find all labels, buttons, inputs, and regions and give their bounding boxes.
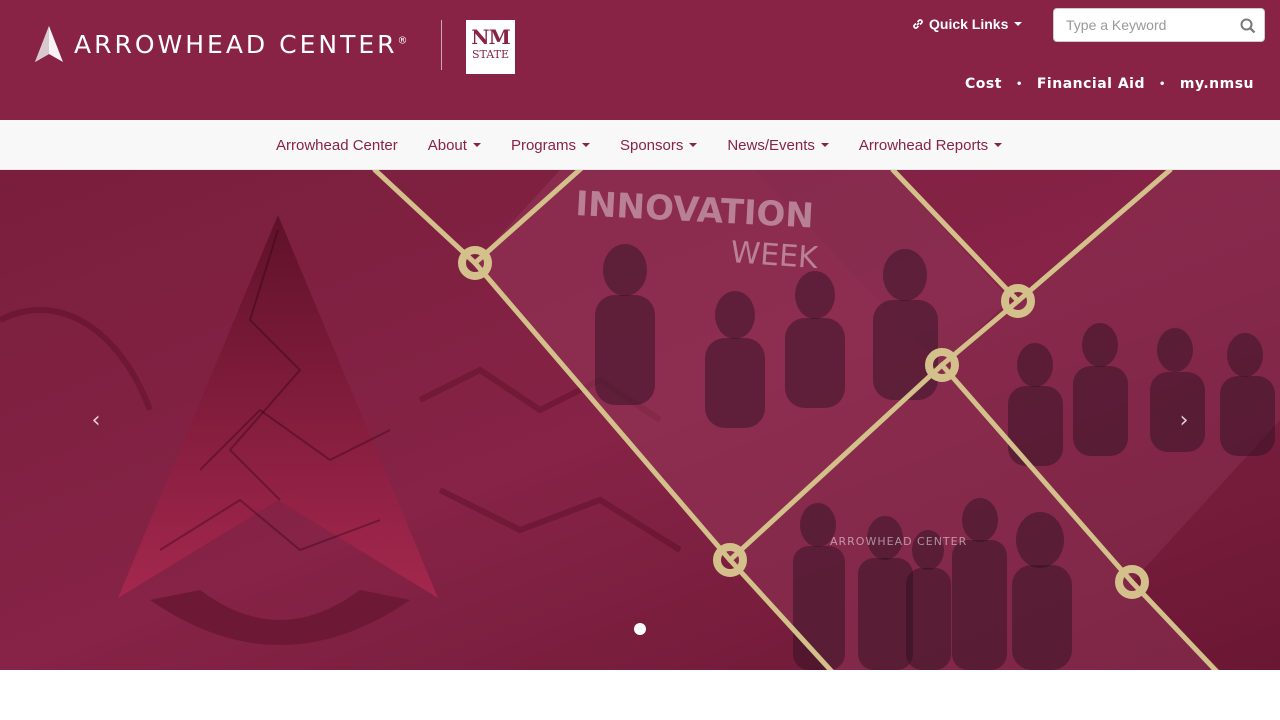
search-icon[interactable]: [1240, 18, 1256, 34]
photo-text-week: WEEK: [729, 235, 820, 276]
search-box: [1053, 8, 1265, 42]
nav-item-label: About: [427, 136, 467, 154]
nav-item-arrowhead-reports[interactable]: Arrowhead Reports: [844, 137, 1017, 154]
nm-state-logo[interactable]: NM STATE: [466, 20, 515, 74]
quick-links-dropdown[interactable]: Quick Links: [911, 16, 1023, 32]
arrowhead-icon: [35, 26, 63, 62]
caret-down-icon: [581, 143, 590, 147]
nav-item-label: Programs: [510, 136, 576, 154]
photo-text-arrowhead: ARROWHEAD CENTER: [830, 535, 967, 548]
caret-down-icon: [472, 143, 481, 147]
util-link-cost[interactable]: Cost: [965, 76, 1002, 92]
caret-down-icon: [994, 143, 1003, 147]
util-separator: •: [1015, 78, 1023, 90]
carousel-next-button[interactable]: ›: [1174, 408, 1194, 433]
util-link-financial-aid[interactable]: Financial Aid: [1037, 76, 1145, 92]
nav-item-label: Arrowhead Center: [276, 136, 398, 154]
caret-down-icon: [689, 143, 698, 147]
util-link-my-nmsu[interactable]: my.nmsu: [1180, 76, 1254, 92]
nav-item-about[interactable]: About: [413, 137, 496, 154]
nav-item-label: News/Events: [727, 136, 815, 154]
utility-links: Cost • Financial Aid • my.nmsu: [965, 76, 1254, 92]
nav-item-programs[interactable]: Programs: [496, 137, 605, 154]
hero-carousel: INNOVATION WEEK ARROWHEAD CENTER ‹ ›: [0, 170, 1280, 670]
nav-item-news-events[interactable]: News/Events: [712, 137, 844, 154]
hero-slide-image: INNOVATION WEEK ARROWHEAD CENTER: [0, 170, 1280, 670]
search-input[interactable]: [1054, 9, 1234, 41]
nav-item-arrowhead-center[interactable]: Arrowhead Center: [261, 137, 413, 154]
site-header: ARROWHEAD CENTER® NM STATE Quick Links C…: [0, 0, 1280, 120]
link-icon: [913, 19, 923, 29]
arrowhead-center-logo[interactable]: ARROWHEAD CENTER® NM STATE: [34, 20, 515, 74]
carousel-indicator-active[interactable]: [634, 623, 646, 635]
nav-item-label: Arrowhead Reports: [858, 136, 989, 154]
carousel-prev-button[interactable]: ‹: [86, 408, 106, 433]
quick-links-label: Quick Links: [929, 16, 1009, 32]
logo-wordmark: ARROWHEAD CENTER®: [74, 29, 408, 59]
nav-item-label: Sponsors: [619, 136, 684, 154]
logo-divider: [441, 20, 442, 70]
util-separator: •: [1158, 78, 1166, 90]
nav-item-sponsors[interactable]: Sponsors: [605, 137, 712, 154]
main-nav: Arrowhead Center About Programs Sponsors…: [0, 120, 1280, 170]
caret-down-icon: [820, 143, 829, 147]
caret-down-icon: [1014, 22, 1023, 26]
